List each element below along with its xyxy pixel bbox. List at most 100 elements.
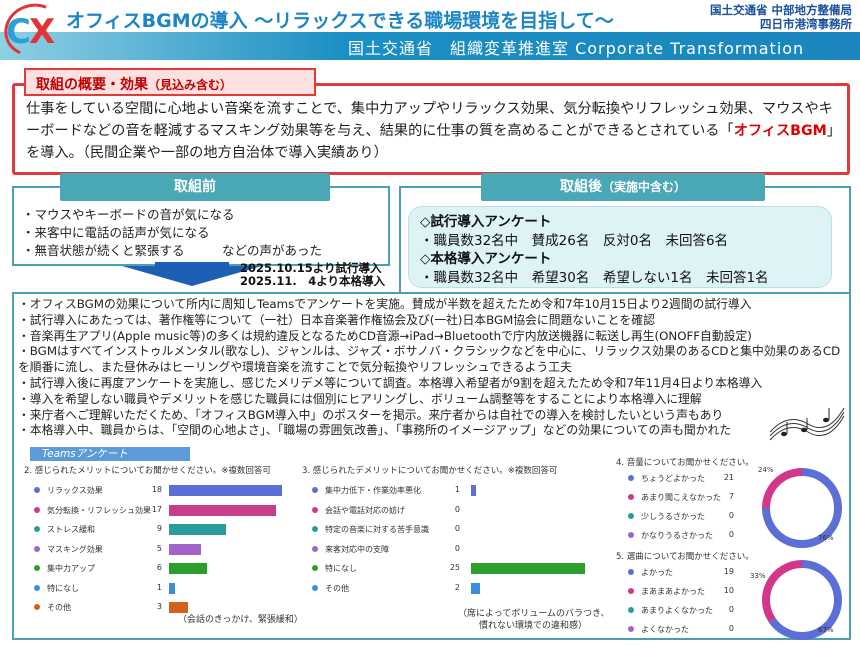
q3-note: （席によってボリュームのバラつき、 慣れない環境での違和感） xyxy=(458,609,610,631)
legend-dot xyxy=(34,565,40,571)
category-text: 来客対応中の支障 xyxy=(325,544,389,554)
chart-category-label: ストレス緩和 xyxy=(34,523,95,536)
teams-survey-tag: Teamsアンケート xyxy=(30,447,190,461)
bar xyxy=(169,582,176,594)
list-item: ・音楽再生アプリ(Apple music等)の多くは規約違反となるためCD音源→… xyxy=(18,328,752,343)
category-text: 会話や電話対応の妨げ xyxy=(325,505,405,515)
bar-value-label: 3 xyxy=(156,602,162,611)
bar-value-label: 1 xyxy=(454,485,460,494)
list-item: ・来客中に電話の話声が気になる xyxy=(22,225,210,240)
list-item: ・試行導入にあたっては、著作権等について（一社）日本音楽著作権協会及び(一社)日… xyxy=(18,312,655,327)
org-line2: 四日市港湾事務所 xyxy=(760,17,852,31)
category-text: 特になし xyxy=(325,564,357,573)
chart-category-label: 集中力アップ xyxy=(34,562,95,575)
legend-dot xyxy=(628,569,634,575)
org-line1: 国土交通省 中部地方整備局 xyxy=(709,3,852,17)
legend-dot xyxy=(34,526,40,532)
chart-category-label: 来客対応中の支障 xyxy=(312,543,389,556)
q5-title: 5. 選曲についてお聞かせください。 xyxy=(616,552,754,562)
overview-text: 仕事をしている空間に心地よい音楽を流すことで、集中力アップやリラックス効果、気分… xyxy=(26,101,841,161)
category-text: 集中力低下・作業効率悪化 xyxy=(325,486,421,495)
category-text: あまりよくなかった xyxy=(641,606,713,615)
chart-category-label: よかった xyxy=(628,566,673,579)
category-text: その他 xyxy=(325,583,349,593)
bar-value-label: 6 xyxy=(156,563,162,572)
legend-dot xyxy=(34,487,40,493)
bar xyxy=(169,543,201,555)
slice-value-label: 10 xyxy=(723,586,734,595)
category-text: あまり聞こえなかった xyxy=(641,493,721,502)
full-heading: ◇本格導入アンケート xyxy=(420,251,552,267)
before-list: ・マウスやキーボードの音が気になる ・来客中に電話の話声が気になる ・無音状態が… xyxy=(22,206,322,260)
percent-label: 67% xyxy=(818,626,834,634)
list-item: ・無音状態が続くと緊張する などの声があった xyxy=(22,243,323,258)
bar-value-label: 1 xyxy=(156,582,162,592)
chart-category-label: かなりうるさかった xyxy=(628,529,713,542)
bar xyxy=(471,563,585,574)
bar-value-label: 5 xyxy=(156,543,162,553)
bar xyxy=(169,602,188,613)
slice-value-label: 0 xyxy=(728,624,734,633)
logo-text: CX xyxy=(6,12,55,52)
chart-category-label: ちょうどよかった xyxy=(628,472,705,485)
chart-category-label: 特になし xyxy=(312,562,357,575)
subtitle: 国土交通省 組織変革推進室 Corporate Transformation xyxy=(348,39,805,58)
introduction-dates: 2025.10.15より試行導入 2025.11. 4より本格導入 xyxy=(240,262,385,288)
legend-dot xyxy=(312,565,318,571)
category-text: 特定の音楽に対する苦手意識 xyxy=(325,525,429,534)
category-text: よかった xyxy=(641,568,673,577)
date-full: 2025.11. 4より本格導入 xyxy=(240,274,386,288)
category-text: よくなかった xyxy=(641,625,689,634)
list-item: ・本格導入中、職員からは、「空間の心地よさ」、「職場の雰囲気改善」、「事務所のイ… xyxy=(18,423,732,438)
chart-category-label: その他 xyxy=(312,582,349,595)
bar-value-label: 0 xyxy=(454,543,460,553)
after-label: 取組後（実施中含む） xyxy=(481,173,765,201)
category-text: その他 xyxy=(47,603,71,612)
q3-title: 3. 感じられたデメリットについてお聞かせください。※複数回答可 xyxy=(302,466,558,476)
legend-dot xyxy=(628,607,634,613)
legend-dot xyxy=(34,584,40,591)
legend-dot xyxy=(628,626,634,632)
chart-category-label: その他 xyxy=(34,601,71,614)
category-text: 特になし xyxy=(47,583,79,593)
after-text: ◇試行導入アンケート ・職員数32名中 賛成26名 反対0名 未回答6名 ◇本格… xyxy=(420,213,769,287)
category-text: 少しうるさかった xyxy=(641,512,705,521)
q4-title: 4. 音量についてお聞かせください。 xyxy=(616,458,754,468)
slice-value-label: 19 xyxy=(723,567,734,576)
bar xyxy=(169,563,207,574)
legend-dot xyxy=(312,526,318,532)
list-item: ・来庁者へご理解いただくため、「オフィスBGM導入中」のポスターを掲示。来庁者か… xyxy=(18,407,724,422)
list-item: ・マウスやキーボードの音が気になる xyxy=(22,207,235,222)
bar xyxy=(169,485,283,496)
list-item: ・試行導入後に再度アンケートを実施し、感じたメリデメ等について調査。本格導入希望… xyxy=(18,375,763,390)
bar xyxy=(471,485,476,496)
chart-category-label: マスキング効果 xyxy=(34,543,103,556)
percent-label: 33% xyxy=(750,572,766,580)
music-notes-icon xyxy=(769,407,845,441)
legend-dot xyxy=(312,545,318,552)
chart-category-label: 少しうるさかった xyxy=(628,510,705,523)
organization: 国土交通省 中部地方整備局 四日市港湾事務所 xyxy=(710,3,852,31)
donut-slice xyxy=(762,560,803,623)
slice-value-label: 0 xyxy=(728,511,734,520)
chart-category-label: 特になし xyxy=(34,582,79,595)
highlight-office-bgm: オフィスBGM xyxy=(733,123,827,139)
legend-dot xyxy=(34,545,40,552)
body-list: ・オフィスBGMの効果について所内に周知しTeamsでアンケートを実施。賛成が半… xyxy=(18,297,844,439)
percent-label: 24% xyxy=(758,466,774,474)
chart-category-label: まあまあよかった xyxy=(628,585,705,598)
full-result: ・職員数32名中 希望30名 希望しない1名 未回答1名 xyxy=(420,269,769,286)
slice-value-label: 0 xyxy=(728,530,734,539)
bar-value-label: 2 xyxy=(454,582,460,592)
overview-label: 取組の概要・効果（見込み含む） xyxy=(24,68,316,96)
legend-dot xyxy=(34,604,40,610)
donut-slice xyxy=(762,468,803,509)
bar xyxy=(169,524,226,535)
list-item: ・導入を希望しない職員やデメリットを感じた職員には個別にヒアリングし、ボリューム… xyxy=(18,391,702,406)
category-text: まあまあよかった xyxy=(641,587,705,596)
chart-category-label: 気分転換・リフレッシュ効果 xyxy=(34,504,151,517)
legend-dot xyxy=(628,513,634,519)
header: CX オフィスBGMの導入 ～リラックスできる職場環境を目指して～ 国土交通省 … xyxy=(0,0,860,65)
legend-dot xyxy=(34,506,40,513)
chart-category-label: あまり聞こえなかった xyxy=(628,491,721,504)
